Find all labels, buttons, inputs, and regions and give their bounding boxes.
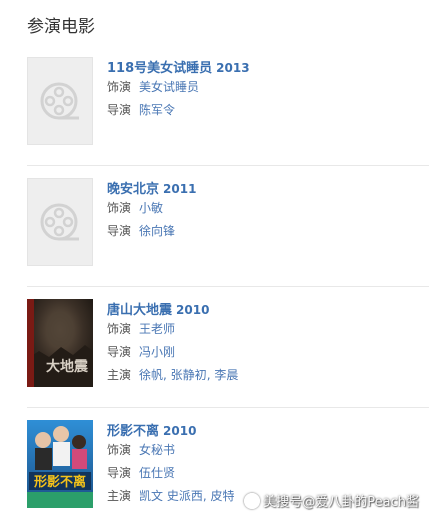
- film-title-link[interactable]: 118号美女试睡员: [107, 61, 212, 76]
- film-poster-placeholder[interactable]: [27, 178, 93, 266]
- film-item: 118号美女试睡员 2013 饰演 美女试睡员 导演 陈军令: [27, 57, 429, 165]
- film-year: 2011: [163, 182, 197, 196]
- role-link[interactable]: 美女试睡员: [139, 80, 199, 94]
- film-title-link[interactable]: 唐山大地震: [107, 303, 172, 318]
- role-row: 饰演 美女试睡员: [107, 76, 427, 99]
- row-label: 饰演: [107, 201, 132, 215]
- row-label: 导演: [107, 224, 132, 238]
- film-reel-icon: [40, 203, 79, 241]
- row-label: 主演: [107, 489, 132, 503]
- poster-artwork: 形影不离: [27, 420, 93, 508]
- cast-row: 主演 凯文 史派西, 皮特: [107, 485, 427, 508]
- film-year: 2010: [176, 303, 210, 317]
- film-item: 晚安北京 2011 饰演 小敏 导演 徐向锋: [27, 178, 429, 286]
- film-year: 2010: [163, 424, 197, 438]
- role-row: 饰演 王老师: [107, 318, 427, 341]
- director-row: 导演 陈军令: [107, 99, 427, 122]
- divider: [27, 286, 429, 287]
- role-row: 饰演 小敏: [107, 197, 427, 220]
- cast-row: 主演 徐帆, 张静初, 李晨: [107, 364, 427, 387]
- film-year: 2013: [216, 61, 250, 75]
- cast-link[interactable]: 张静初: [171, 368, 207, 382]
- cast-link[interactable]: 史派西: [167, 489, 203, 503]
- divider: [27, 407, 429, 408]
- director-row: 导演 冯小刚: [107, 341, 427, 364]
- director-link[interactable]: 伍仕贤: [139, 466, 175, 480]
- row-label: 导演: [107, 345, 132, 359]
- role-link[interactable]: 女秘书: [139, 443, 175, 457]
- film-title-link[interactable]: 晚安北京: [107, 182, 159, 197]
- cast-link[interactable]: 凯文: [139, 489, 163, 503]
- row-label: 主演: [107, 368, 132, 382]
- separator: ,: [202, 489, 211, 503]
- role-link[interactable]: 小敏: [139, 201, 163, 215]
- film-poster-image[interactable]: 大地震: [27, 299, 93, 387]
- role-link[interactable]: 王老师: [139, 322, 175, 336]
- poster-artwork: 大地震: [27, 299, 93, 387]
- director-link[interactable]: 徐向锋: [139, 224, 175, 238]
- film-poster-placeholder[interactable]: [27, 57, 93, 145]
- section-title: 参演电影: [27, 17, 95, 37]
- director-row: 导演 徐向锋: [107, 220, 427, 243]
- separator: ,: [163, 368, 171, 382]
- divider: [27, 165, 429, 166]
- role-row: 饰演 女秘书: [107, 439, 427, 462]
- poster-title-art: 形影不离: [34, 474, 86, 490]
- cast-link[interactable]: 李晨: [214, 368, 238, 382]
- film-item: 大地震 唐山大地震 2010 饰演 王老师 导演 冯小刚 主演 徐帆, 张静初, 李晨: [27, 299, 429, 407]
- film-reel-icon: [40, 82, 79, 120]
- poster-title-art: 大地震: [46, 358, 89, 375]
- director-row: 导演 伍仕贤: [107, 462, 427, 485]
- row-label: 导演: [107, 466, 132, 480]
- row-label: 饰演: [107, 443, 132, 457]
- cast-link[interactable]: 皮特: [211, 489, 235, 503]
- director-link[interactable]: 陈军令: [139, 103, 175, 117]
- film-poster-image[interactable]: 形影不离: [27, 420, 93, 508]
- row-label: 饰演: [107, 322, 132, 336]
- film-title-link[interactable]: 形影不离: [107, 424, 159, 439]
- director-link[interactable]: 冯小刚: [139, 345, 175, 359]
- cast-link[interactable]: 徐帆: [139, 368, 163, 382]
- row-label: 导演: [107, 103, 132, 117]
- film-item: 形影不离 形影不离 2010 饰演 女秘书 导演 伍仕贤 主演 凯文 史派西, 皮特: [27, 420, 429, 528]
- row-label: 饰演: [107, 80, 132, 94]
